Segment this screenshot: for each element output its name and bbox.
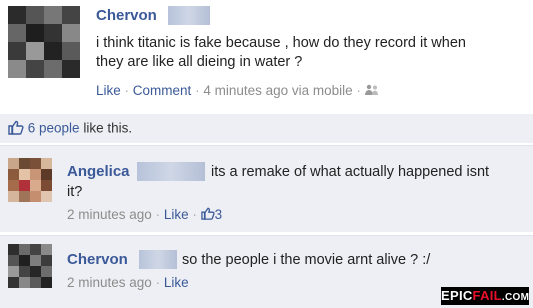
watermark-epic: EPIC — [441, 288, 473, 303]
epicfail-watermark-logo: EPICFAIL.COM — [441, 287, 529, 305]
likes-suffix: like this. — [83, 120, 133, 136]
comment-2-author-name[interactable]: Chervon — [67, 251, 128, 268]
post-author-surname-blurred — [168, 6, 210, 25]
comment-1-timestamp[interactable]: 2 minutes ago — [67, 207, 152, 222]
comment-1-author-surname-blurred — [137, 162, 205, 181]
comment-2-author-surname-blurred — [139, 250, 177, 269]
post-text-line-2: they are like all dieing in water ? — [96, 54, 303, 70]
post-timestamp[interactable]: 4 minutes ago via mobile — [203, 83, 352, 98]
comment-2-text: so the people i the movie arnt alive ? :… — [182, 252, 431, 268]
comment-1-likes[interactable]: 3 — [200, 207, 223, 223]
post-actions: Like · Comment · 4 minutes ago via mobil… — [96, 83, 379, 99]
comment-1-author-name[interactable]: Angelica — [67, 163, 130, 180]
post-author-name[interactable]: Chervon — [96, 7, 157, 24]
likes-count-link[interactable]: 6 people — [28, 121, 80, 136]
comment-2-timestamp[interactable]: 2 minutes ago — [67, 275, 152, 290]
comment-1-meta: 2 minutes ago · Like · 3 — [67, 207, 223, 223]
watermark-com: .COM — [501, 292, 530, 303]
comment-2-like-link[interactable]: Like — [164, 275, 189, 290]
divider — [0, 145, 533, 146]
post-text-line-1: i think titanic is fake because , how do… — [96, 35, 466, 51]
comment-1-like-link[interactable]: Like — [164, 207, 189, 222]
likes-summary: 6 people like this. — [8, 120, 132, 138]
comment-1-text-line-1: its a remake of what actually happened i… — [211, 164, 490, 180]
comment-2-avatar[interactable] — [8, 244, 52, 288]
watermark-fail: FAIL — [472, 288, 502, 303]
comment-1-like-count: 3 — [214, 207, 223, 222]
friends-icon — [364, 84, 379, 99]
post-avatar[interactable] — [8, 6, 80, 78]
divider — [0, 235, 533, 236]
post-comment-link[interactable]: Comment — [133, 83, 192, 98]
post-like-link[interactable]: Like — [96, 83, 121, 98]
comment-2-meta: 2 minutes ago · Like — [67, 275, 189, 290]
comment-1-text-line-2: it? — [67, 184, 83, 200]
comment-1-avatar[interactable] — [8, 158, 52, 202]
thumbs-up-icon — [8, 120, 24, 138]
thumbs-up-icon — [200, 207, 215, 223]
